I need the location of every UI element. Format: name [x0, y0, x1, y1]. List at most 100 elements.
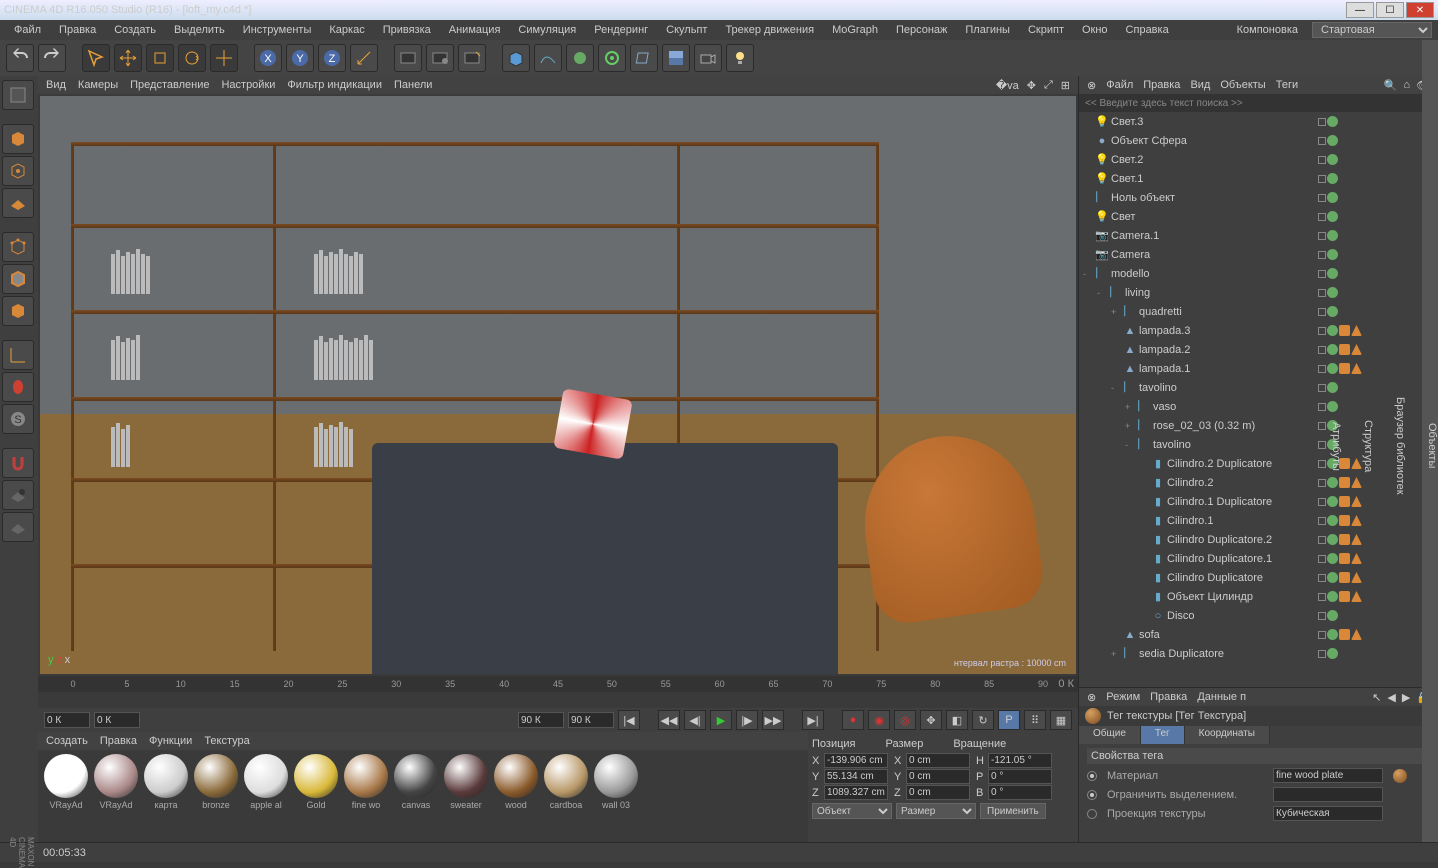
- obj-menu-tags[interactable]: Теги: [1276, 79, 1298, 91]
- tree-row[interactable]: ○Disco: [1079, 606, 1438, 625]
- menu-sculpt[interactable]: Скульпт: [658, 22, 715, 38]
- search-icon[interactable]: 🔍: [1384, 79, 1398, 92]
- tab-tag[interactable]: Тег: [1141, 726, 1185, 744]
- layout-select[interactable]: Стартовая: [1312, 22, 1432, 38]
- tree-row[interactable]: ▮Cilindro Duplicatore.1: [1079, 549, 1438, 568]
- attr-menu-user[interactable]: Данные п: [1197, 691, 1246, 703]
- play-button[interactable]: ▶: [710, 710, 732, 730]
- endb-frame-input[interactable]: [568, 712, 614, 728]
- move-button[interactable]: [114, 44, 142, 72]
- sidetab-attributes[interactable]: Атрибуты: [1330, 422, 1342, 471]
- maximize-button[interactable]: ☐: [1376, 2, 1404, 18]
- prev-key-button[interactable]: ◀◀: [658, 710, 680, 730]
- pos-y-input[interactable]: [824, 769, 888, 784]
- tree-row[interactable]: ▮Cilindro.1 Duplicatore: [1079, 492, 1438, 511]
- menu-render[interactable]: Рендеринг: [586, 22, 656, 38]
- nav-back-icon[interactable]: ◀: [1387, 691, 1395, 704]
- viewport[interactable]: Перспектива нтервал растра : 10000 cm y …: [40, 96, 1076, 674]
- tree-row[interactable]: 💡Свет.3: [1079, 112, 1438, 131]
- material-swatch-icon[interactable]: [1393, 769, 1407, 783]
- record-button[interactable]: ●: [842, 710, 864, 730]
- viewport-solo-button[interactable]: S: [2, 404, 34, 434]
- autokey-button[interactable]: ◉: [868, 710, 890, 730]
- render-settings-button[interactable]: [458, 44, 486, 72]
- close-panel-icon[interactable]: ⊗: [1087, 79, 1096, 92]
- scale-button[interactable]: [146, 44, 174, 72]
- obj-menu-file[interactable]: Файл: [1106, 79, 1133, 91]
- tree-row[interactable]: 💡Свет: [1079, 207, 1438, 226]
- generator-button[interactable]: [598, 44, 626, 72]
- undo-button[interactable]: [6, 44, 34, 72]
- mat-menu-tex[interactable]: Текстура: [204, 735, 249, 747]
- rot-b-input[interactable]: [988, 785, 1052, 800]
- key-rot-button[interactable]: ↻: [972, 710, 994, 730]
- key-param-button[interactable]: P: [998, 710, 1020, 730]
- view-menu-filter[interactable]: Фильтр индикации: [287, 79, 382, 91]
- key-pla-button[interactable]: ⠿: [1024, 710, 1046, 730]
- light-button[interactable]: [726, 44, 754, 72]
- attr-menu-edit[interactable]: Правка: [1150, 691, 1187, 703]
- view-menu-view[interactable]: Вид: [46, 79, 66, 91]
- tree-row[interactable]: ▮Объект Цилиндр: [1079, 587, 1438, 606]
- goto-start-button[interactable]: |◀: [618, 710, 640, 730]
- rotate-button[interactable]: [178, 44, 206, 72]
- end-frame-input[interactable]: [518, 712, 564, 728]
- environment-button[interactable]: [662, 44, 690, 72]
- material-radio[interactable]: [1087, 771, 1097, 781]
- tree-row[interactable]: -⎸tavolino: [1079, 435, 1438, 454]
- menu-mesh[interactable]: Каркас: [321, 22, 372, 38]
- minimize-button[interactable]: —: [1346, 2, 1374, 18]
- tree-row[interactable]: 💡Свет.2: [1079, 150, 1438, 169]
- material-item[interactable]: fine wo: [342, 754, 390, 838]
- coord-object-select[interactable]: Объект: [812, 803, 892, 819]
- z-axis-button[interactable]: Z: [318, 44, 346, 72]
- nav-icon[interactable]: ✥: [1027, 79, 1036, 92]
- menu-window[interactable]: Окно: [1074, 22, 1116, 38]
- render-view-button[interactable]: [394, 44, 422, 72]
- tree-row[interactable]: ⎸Ноль объект: [1079, 188, 1438, 207]
- obj-menu-objects[interactable]: Объекты: [1220, 79, 1265, 91]
- material-item[interactable]: VRayAd: [92, 754, 140, 838]
- key-pos-button[interactable]: ✥: [920, 710, 942, 730]
- tree-row[interactable]: ▲lampada.2: [1079, 340, 1438, 359]
- projection-radio[interactable]: [1087, 809, 1097, 819]
- nurbs-button[interactable]: [566, 44, 594, 72]
- edge-mode-button[interactable]: [2, 264, 34, 294]
- object-tree[interactable]: 💡Свет.3●Объект Сфера💡Свет.2💡Свет.1⎸Ноль …: [1079, 112, 1438, 687]
- size-y-input[interactable]: [906, 769, 970, 784]
- coord-system-button[interactable]: [350, 44, 378, 72]
- mat-menu-edit[interactable]: Правка: [100, 735, 137, 747]
- menu-character[interactable]: Персонаж: [888, 22, 955, 38]
- material-item[interactable]: wall 03: [592, 754, 640, 838]
- goto-end-button[interactable]: ▶|: [802, 710, 824, 730]
- rot-p-input[interactable]: [988, 769, 1052, 784]
- tree-row[interactable]: ▮Cilindro.1: [1079, 511, 1438, 530]
- make-editable-button[interactable]: [2, 80, 34, 110]
- material-item[interactable]: sweater: [442, 754, 490, 838]
- texture-mode-button[interactable]: [2, 156, 34, 186]
- tree-row[interactable]: -⎸living: [1079, 283, 1438, 302]
- locked-workplane-button[interactable]: [2, 480, 34, 510]
- menu-help[interactable]: Справка: [1118, 22, 1177, 38]
- tree-row[interactable]: +⎸sedia Duplicatore: [1079, 644, 1438, 663]
- camera-button[interactable]: [694, 44, 722, 72]
- keyframe-sel-button[interactable]: ◎: [894, 710, 916, 730]
- view-menu-options[interactable]: Настройки: [221, 79, 275, 91]
- arrow-icon[interactable]: ↖: [1372, 691, 1381, 704]
- snap-button[interactable]: [2, 448, 34, 478]
- menu-select[interactable]: Выделить: [166, 22, 233, 38]
- tab-coords[interactable]: Координаты: [1185, 726, 1270, 744]
- menu-tools[interactable]: Инструменты: [235, 22, 320, 38]
- menu-snap[interactable]: Привязка: [375, 22, 439, 38]
- axis-button[interactable]: [2, 340, 34, 370]
- view-menu-panel[interactable]: Панели: [394, 79, 432, 91]
- pos-z-input[interactable]: [824, 785, 888, 800]
- cube-primitive-button[interactable]: [502, 44, 530, 72]
- tree-row[interactable]: -⎸modello: [1079, 264, 1438, 283]
- material-item[interactable]: VRayAd: [42, 754, 90, 838]
- menu-edit[interactable]: Правка: [51, 22, 104, 38]
- live-select-button[interactable]: [82, 44, 110, 72]
- material-item[interactable]: wood: [492, 754, 540, 838]
- tree-row[interactable]: ▮Cilindro.2 Duplicatore: [1079, 454, 1438, 473]
- menu-mograph[interactable]: MoGraph: [824, 22, 886, 38]
